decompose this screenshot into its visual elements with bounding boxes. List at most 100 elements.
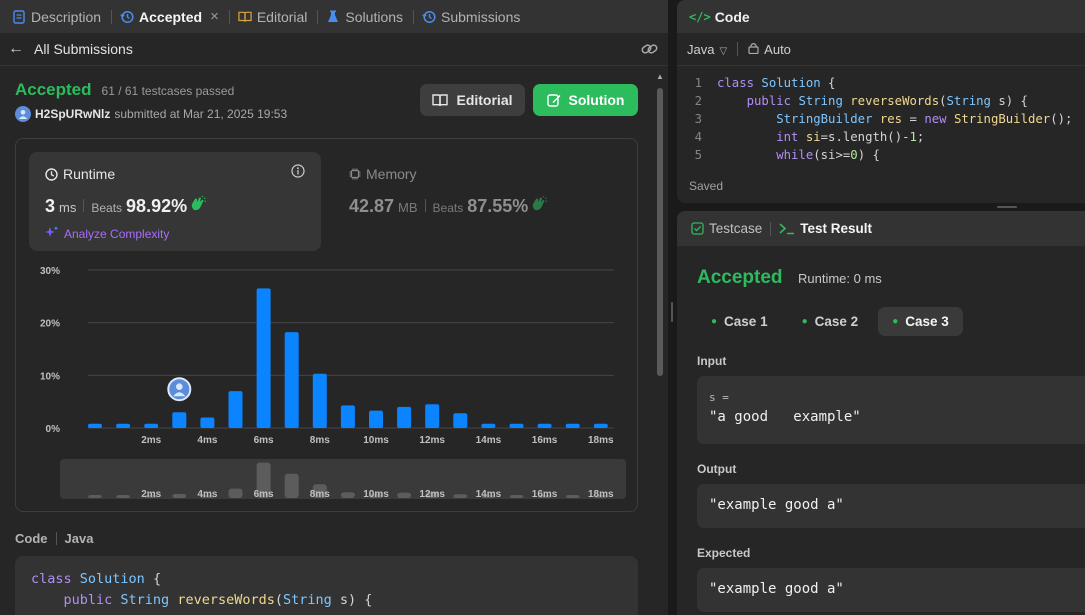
navigator-bar bbox=[509, 495, 524, 498]
code-line: 1 class Solution { bbox=[677, 74, 1085, 92]
tab-editorial[interactable]: Editorial bbox=[238, 0, 307, 33]
left-scrollbar[interactable]: ▲ bbox=[656, 70, 664, 615]
navigator-tick-label: 10ms bbox=[363, 489, 389, 500]
code-token: class bbox=[31, 571, 80, 587]
solution-button-label: Solution bbox=[568, 92, 625, 108]
checkbox-icon bbox=[691, 222, 704, 235]
code-token: StringBuilder bbox=[953, 112, 1051, 126]
chart-bar bbox=[88, 423, 102, 428]
tab-accepted[interactable]: Accepted × bbox=[120, 0, 219, 33]
panel-resize-handle[interactable] bbox=[677, 203, 1085, 211]
chart-bar bbox=[369, 410, 383, 428]
auto-mode-toggle[interactable]: Auto bbox=[764, 42, 791, 57]
solution-button[interactable]: Solution bbox=[533, 84, 638, 116]
tab-test-result[interactable]: Test Result bbox=[779, 221, 872, 236]
code-token: String bbox=[283, 592, 332, 608]
navigator-tick-label: 14ms bbox=[476, 489, 502, 500]
line-content: public String reverseWords(String s) { bbox=[717, 92, 1028, 110]
tab-solutions-label: Solutions bbox=[345, 8, 404, 25]
line-number: 4 bbox=[694, 130, 702, 144]
code-editor[interactable]: 1 class Solution {2 public String reverse… bbox=[677, 74, 1085, 162]
chart-bar bbox=[593, 423, 608, 428]
test-panel-tabs: Testcase Test Result bbox=[677, 211, 1085, 246]
case-tab-label: Case 2 bbox=[814, 314, 859, 329]
expected-label: Expected bbox=[697, 546, 751, 560]
submitted-code-label: Code Java bbox=[15, 531, 93, 546]
input-variable: s = bbox=[709, 391, 729, 404]
navigator-bar bbox=[172, 494, 187, 498]
scrollbar-thumb[interactable] bbox=[657, 88, 663, 376]
divider bbox=[770, 221, 772, 236]
divider bbox=[55, 532, 57, 545]
tab-solutions[interactable]: Solutions bbox=[326, 0, 403, 33]
case-tab-1[interactable]: ● Case 1 bbox=[697, 307, 782, 336]
code-token: StringBuilder bbox=[717, 112, 880, 126]
resize-grip[interactable] bbox=[671, 302, 673, 322]
navigator-tick-label: 18ms bbox=[588, 489, 614, 500]
code-token: { bbox=[820, 76, 836, 90]
avatar-head bbox=[176, 383, 183, 390]
username[interactable]: H2SpURwNlz bbox=[35, 107, 110, 121]
input-box[interactable]: s = "a good example" bbox=[697, 376, 1085, 444]
output-label: Output bbox=[697, 462, 737, 476]
chart-bar bbox=[228, 391, 243, 428]
case-tab-label: Case 3 bbox=[905, 314, 949, 329]
x-tick-label: 6ms bbox=[254, 435, 274, 446]
tab-divider bbox=[413, 9, 415, 24]
submission-header: ← All Submissions bbox=[0, 33, 668, 66]
code-token: ; bbox=[916, 130, 925, 144]
code-token: 1 bbox=[909, 130, 917, 144]
tab-submissions[interactable]: Submissions bbox=[422, 0, 520, 33]
chart-bar bbox=[537, 423, 552, 428]
navigator-tick-label: 4ms bbox=[197, 489, 217, 500]
code-token: Solution bbox=[761, 76, 821, 90]
editorial-button[interactable]: Editorial bbox=[420, 84, 525, 116]
tab-testcase-label: Testcase bbox=[709, 221, 763, 236]
code-line: StringBuilder res = new StringBuilder(); bbox=[31, 611, 622, 615]
navigator-tick-label: 12ms bbox=[419, 489, 445, 500]
tab-testcase[interactable]: Testcase bbox=[691, 221, 762, 236]
code-toolbar: Java ▽ Auto bbox=[677, 33, 1085, 66]
arrow-left-icon[interactable]: ← bbox=[8, 40, 24, 58]
chart-bar bbox=[397, 406, 412, 428]
chart-bar bbox=[425, 404, 440, 428]
left-tab-bar: Description Accepted × Editorial Solutio… bbox=[0, 0, 668, 33]
code-token: (); bbox=[1050, 112, 1073, 126]
expected-box[interactable]: "example good a" bbox=[697, 568, 1085, 612]
code-token: new bbox=[924, 112, 954, 126]
avatar[interactable] bbox=[15, 106, 31, 122]
chart-bar bbox=[509, 423, 524, 428]
link-icon[interactable] bbox=[641, 42, 658, 59]
code-icon: </> bbox=[689, 9, 711, 24]
tab-divider bbox=[111, 9, 113, 24]
runtime-distribution-chart[interactable]: 30% 20% 10% 0% 2ms 4ms 6ms 8ms 10ms 12ms 14ms 16ms 1… bbox=[16, 139, 637, 511]
y-tick-label: 20% bbox=[40, 319, 60, 330]
language-select[interactable]: Java ▽ bbox=[687, 42, 727, 57]
code-token: String bbox=[798, 94, 851, 108]
test-runtime: Runtime: 0 ms bbox=[798, 271, 882, 286]
input-value: "a good example" bbox=[709, 409, 861, 425]
chart-bar bbox=[200, 417, 215, 428]
expected-value: "example good a" bbox=[709, 581, 844, 597]
resize-grip[interactable] bbox=[997, 206, 1017, 208]
tab-accepted-label: Accepted bbox=[139, 8, 203, 25]
history-icon bbox=[422, 10, 436, 24]
chart-bar bbox=[565, 423, 580, 428]
close-icon[interactable]: × bbox=[210, 8, 219, 25]
output-box[interactable]: "example good a" bbox=[697, 484, 1085, 528]
panel-resize-handle[interactable] bbox=[668, 0, 676, 615]
scroll-up-icon[interactable]: ▲ bbox=[656, 72, 664, 81]
y-tick-label: 10% bbox=[40, 371, 60, 382]
pass-dot-icon: ● bbox=[801, 316, 808, 327]
code-token: class bbox=[717, 76, 762, 90]
chart-bar bbox=[116, 423, 131, 428]
all-submissions-link[interactable]: All Submissions bbox=[34, 41, 133, 57]
case-tab-2[interactable]: ● Case 2 bbox=[788, 307, 873, 336]
x-tick-label: 4ms bbox=[197, 435, 217, 446]
code-token: public bbox=[717, 94, 799, 108]
tab-description[interactable]: Description bbox=[12, 0, 101, 33]
x-tick-label: 12ms bbox=[419, 435, 445, 446]
pass-dot-icon: ● bbox=[711, 316, 718, 327]
navigator-bar bbox=[453, 494, 468, 498]
case-tab-3[interactable]: ● Case 3 bbox=[878, 307, 963, 336]
